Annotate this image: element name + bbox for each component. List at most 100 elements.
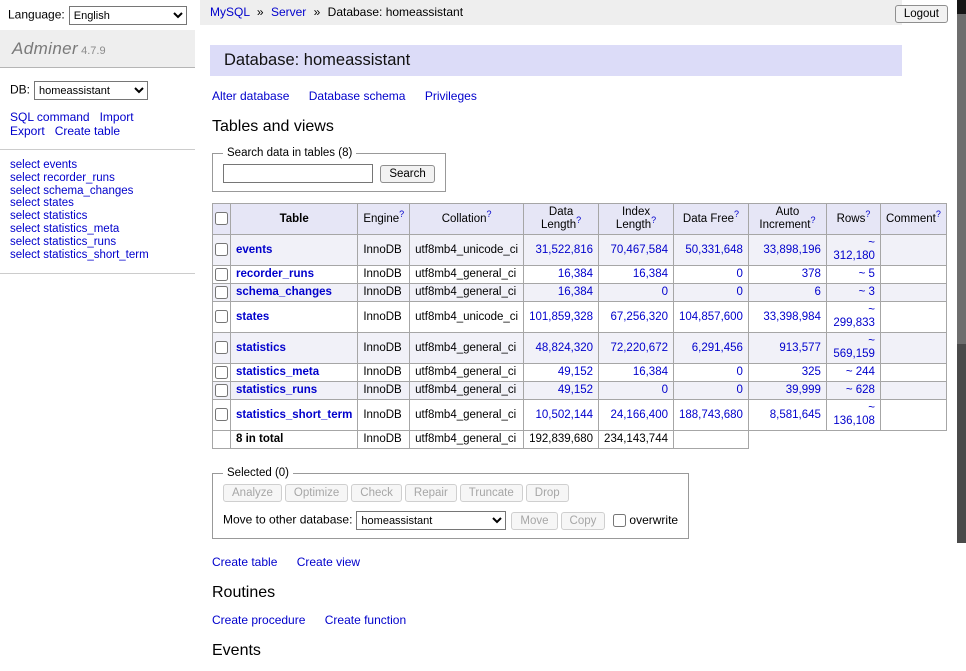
- auto-increment-link[interactable]: 33,398,984: [763, 311, 821, 323]
- table-name-link[interactable]: recorder_runs: [236, 268, 314, 280]
- row-checkbox[interactable]: [215, 268, 228, 281]
- breadcrumb-server-link[interactable]: Server: [271, 5, 306, 19]
- data-free-link[interactable]: 0: [737, 384, 743, 396]
- index-length-link[interactable]: 0: [662, 286, 668, 298]
- data-length-link[interactable]: 48,824,320: [535, 342, 593, 354]
- alter-database-link[interactable]: Alter database: [212, 89, 289, 103]
- column-help-link[interactable]: ?: [486, 209, 491, 219]
- check-button[interactable]: Check: [351, 484, 402, 502]
- row-checkbox[interactable]: [215, 286, 228, 299]
- scrollbar-thumb[interactable]: [957, 14, 966, 344]
- privileges-link[interactable]: Privileges: [425, 89, 477, 103]
- copy-button[interactable]: Copy: [561, 512, 606, 530]
- table-name-link[interactable]: schema_changes: [236, 286, 332, 298]
- database-schema-link[interactable]: Database schema: [309, 89, 406, 103]
- rows-link[interactable]: ~ 299,833: [833, 304, 875, 329]
- auto-increment-link[interactable]: 378: [802, 268, 821, 280]
- rows-link[interactable]: ~ 244: [846, 366, 875, 378]
- index-length-link[interactable]: 16,384: [633, 268, 668, 280]
- analyze-button[interactable]: Analyze: [223, 484, 282, 502]
- column-help-link[interactable]: ?: [865, 209, 870, 219]
- row-checkbox[interactable]: [215, 341, 228, 354]
- table-name-link[interactable]: statistics_short_term: [236, 409, 352, 421]
- data-free-link[interactable]: 0: [737, 366, 743, 378]
- index-length-link[interactable]: 0: [662, 384, 668, 396]
- index-length-link[interactable]: 70,467,584: [610, 244, 668, 256]
- table-name-link[interactable]: statistics_runs: [236, 384, 317, 396]
- create-function-link[interactable]: Create function: [325, 613, 406, 627]
- auto-increment-link[interactable]: 6: [815, 286, 821, 298]
- data-length-link[interactable]: 10,502,144: [535, 409, 593, 421]
- column-help-link[interactable]: ?: [399, 209, 404, 219]
- overwrite-checkbox[interactable]: [613, 514, 626, 527]
- adminer-version-link[interactable]: 4.7.9: [81, 45, 105, 57]
- row-checkbox[interactable]: [215, 408, 228, 421]
- rows-link[interactable]: ~ 569,159: [833, 335, 875, 360]
- auto-increment-link[interactable]: 8,581,645: [770, 409, 821, 421]
- sidebar-table-link[interactable]: select statistics_runs: [10, 236, 185, 249]
- language-select[interactable]: English: [69, 6, 187, 25]
- column-help-link[interactable]: ?: [651, 215, 656, 225]
- rows-link[interactable]: ~ 312,180: [833, 237, 875, 262]
- rows-link[interactable]: ~ 136,108: [833, 402, 875, 427]
- data-length-link[interactable]: 49,152: [558, 384, 593, 396]
- index-length-link[interactable]: 67,256,320: [610, 311, 668, 323]
- move-button[interactable]: Move: [511, 512, 557, 530]
- create-table-link[interactable]: Create table: [212, 555, 277, 569]
- table-name-link[interactable]: statistics: [236, 342, 286, 354]
- data-free-link[interactable]: 50,331,648: [685, 244, 743, 256]
- data-free-link[interactable]: 104,857,600: [679, 311, 743, 323]
- sidebar-table-link[interactable]: select schema_changes: [10, 185, 185, 198]
- row-checkbox[interactable]: [215, 310, 228, 323]
- rows-link[interactable]: ~ 3: [859, 286, 875, 298]
- index-length-link[interactable]: 72,220,672: [610, 342, 668, 354]
- data-length-link[interactable]: 49,152: [558, 366, 593, 378]
- data-length-link[interactable]: 101,859,328: [529, 311, 593, 323]
- select-all-checkbox[interactable]: [215, 212, 228, 225]
- overwrite-option[interactable]: overwrite: [613, 513, 678, 527]
- data-length-link[interactable]: 16,384: [558, 268, 593, 280]
- data-free-link[interactable]: 0: [737, 268, 743, 280]
- repair-button[interactable]: Repair: [405, 484, 457, 502]
- sidebar-link-export[interactable]: Export: [10, 124, 45, 138]
- data-length-link[interactable]: 31,522,816: [535, 244, 593, 256]
- auto-increment-link[interactable]: 325: [802, 366, 821, 378]
- column-help-link[interactable]: ?: [576, 215, 581, 225]
- sidebar-table-link[interactable]: select statistics_meta: [10, 223, 185, 236]
- row-checkbox[interactable]: [215, 366, 228, 379]
- vertical-scrollbar[interactable]: [957, 0, 966, 543]
- column-help-link[interactable]: ?: [936, 209, 941, 219]
- search-input[interactable]: [223, 164, 373, 183]
- data-free-link[interactable]: 6,291,456: [692, 342, 743, 354]
- table-name-link[interactable]: statistics_meta: [236, 366, 319, 378]
- sidebar-table-link[interactable]: select statistics_short_term: [10, 249, 185, 262]
- optimize-button[interactable]: Optimize: [285, 484, 348, 502]
- move-database-select[interactable]: homeassistant: [356, 511, 506, 530]
- create-procedure-link[interactable]: Create procedure: [212, 613, 305, 627]
- data-length-link[interactable]: 16,384: [558, 286, 593, 298]
- adminer-logo[interactable]: Adminer: [12, 39, 78, 58]
- row-checkbox[interactable]: [215, 243, 228, 256]
- drop-button[interactable]: Drop: [526, 484, 569, 502]
- search-button[interactable]: Search: [380, 165, 434, 183]
- table-name-link[interactable]: events: [236, 244, 272, 256]
- auto-increment-link[interactable]: 33,898,196: [763, 244, 821, 256]
- breadcrumb-mysql-link[interactable]: MySQL: [210, 5, 250, 19]
- sidebar-table-link[interactable]: select events: [10, 159, 185, 172]
- column-help-link[interactable]: ?: [811, 215, 816, 225]
- column-help-link[interactable]: ?: [734, 209, 739, 219]
- rows-link[interactable]: ~ 628: [846, 384, 875, 396]
- truncate-button[interactable]: Truncate: [460, 484, 523, 502]
- sidebar-link-create-table[interactable]: Create table: [55, 124, 120, 138]
- row-checkbox[interactable]: [215, 384, 228, 397]
- table-name-link[interactable]: states: [236, 311, 269, 323]
- sidebar-table-link[interactable]: select statistics: [10, 210, 185, 223]
- logout-button[interactable]: Logout: [895, 5, 948, 23]
- create-view-link[interactable]: Create view: [297, 555, 360, 569]
- sidebar-table-link[interactable]: select recorder_runs: [10, 172, 185, 185]
- data-free-link[interactable]: 188,743,680: [679, 409, 743, 421]
- db-select[interactable]: homeassistant: [34, 81, 148, 100]
- sidebar-link-import[interactable]: Import: [100, 110, 134, 124]
- data-free-link[interactable]: 0: [737, 286, 743, 298]
- index-length-link[interactable]: 16,384: [633, 366, 668, 378]
